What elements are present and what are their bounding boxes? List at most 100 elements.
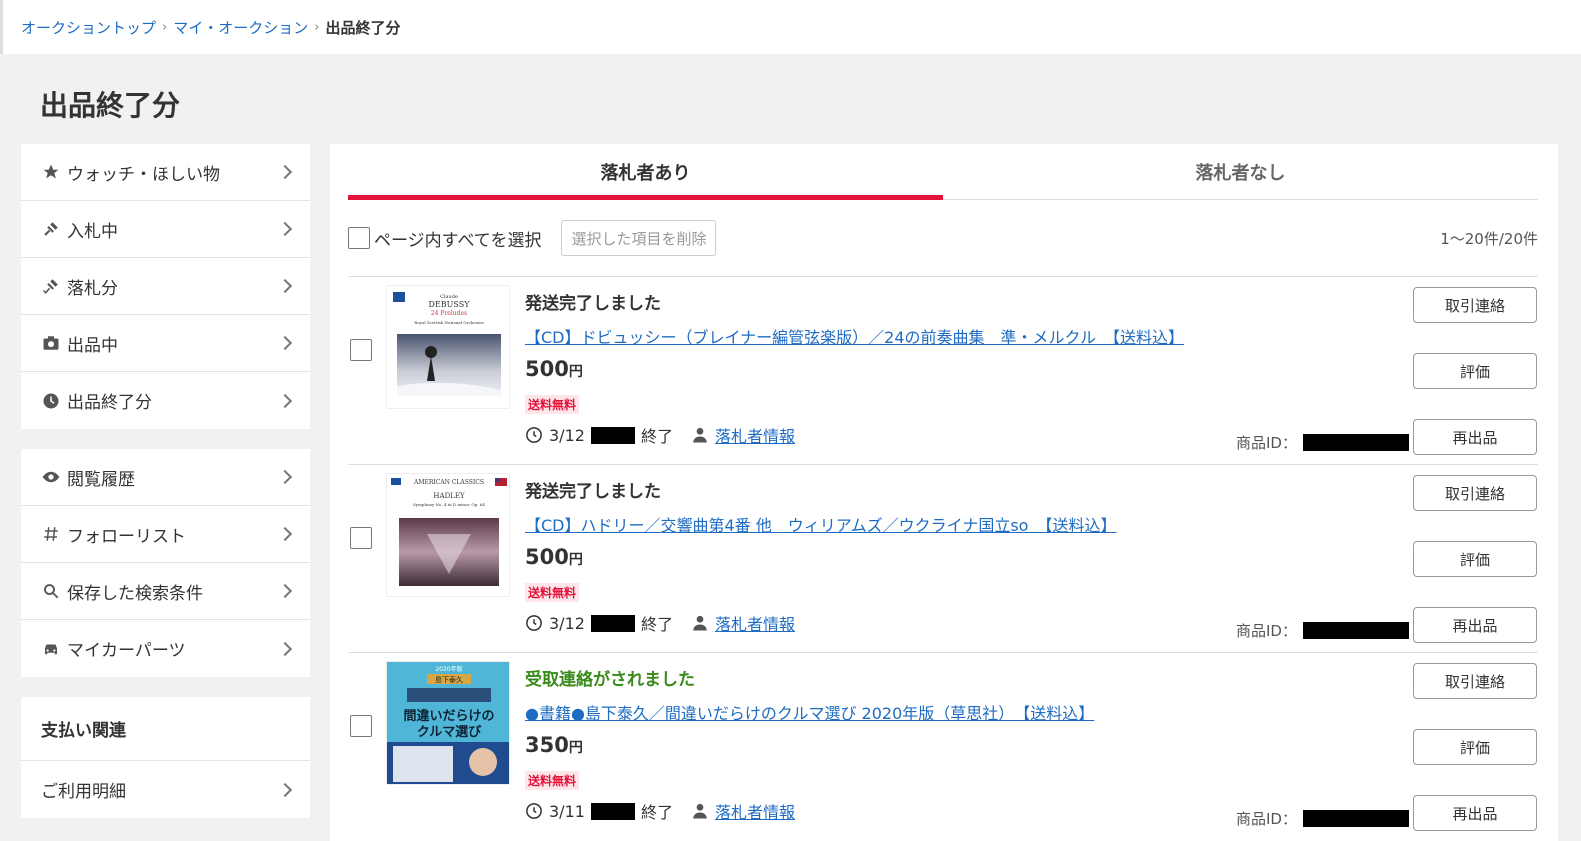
winner-info-link[interactable]: 落札者情報 [715, 423, 795, 447]
thumb-text: 24 Preludes [431, 310, 467, 317]
delete-selected-button[interactable]: 選択した項目を削除 [561, 220, 717, 256]
sidebar-payment-heading: 支払い関連 [21, 697, 310, 761]
winner-info-link[interactable]: 落札者情報 [715, 611, 795, 635]
sidebar-item-label: 落札分 [67, 278, 118, 299]
item-title-link[interactable]: ●書籍●島下泰久／間違いだらけのクルマ選び 2020年版（草思社） 【送料込】 [525, 700, 1094, 724]
eye-icon [41, 467, 61, 487]
relist-button[interactable]: 再出品 [1413, 795, 1537, 831]
item-title-link[interactable]: 【CD】ドビュッシー（ブレイナー編管弦楽版）／24の前奏曲集 準・メルクル 【送… [525, 324, 1184, 348]
sidebar-item-car-parts[interactable]: マイカーパーツ [21, 620, 310, 677]
rate-button[interactable]: 評価 [1413, 729, 1537, 765]
thumb-text: 2020年版 [435, 665, 462, 673]
redacted-product-id [1302, 622, 1409, 639]
breadcrumb-separator: › [162, 19, 168, 35]
redacted-product-id [1302, 434, 1409, 451]
item-thumbnail[interactable]: Claude DEBUSSY 24 Preludes Royal Scottis… [386, 285, 510, 409]
sidebar-item-watch[interactable]: ウォッチ・ほしい物 [21, 144, 310, 201]
chevron-right-icon [277, 526, 293, 542]
sidebar-item-label: 出品中 [67, 335, 118, 356]
clock-icon [525, 614, 543, 632]
redacted-time [590, 802, 635, 820]
hash-icon [41, 524, 61, 544]
sidebar-item-label: フォローリスト [67, 526, 186, 547]
price-unit: 円 [568, 364, 583, 380]
sidebar-group-payment: 支払い関連 ご利用明細 [21, 697, 310, 818]
sidebar-item-bidding[interactable]: 入札中 [21, 201, 310, 258]
select-all-checkbox[interactable] [348, 227, 370, 249]
sidebar-item-statement[interactable]: ご利用明細 [21, 761, 310, 818]
sidebar-item-label: マイカーパーツ [67, 641, 186, 661]
product-id: 商品ID： [1236, 620, 1409, 641]
item-status: 発送完了しました [525, 482, 661, 502]
breadcrumb-my-auction[interactable]: マイ・オークション [173, 17, 308, 38]
price-value: 500 [525, 545, 569, 569]
list-item: Claude DEBUSSY 24 Preludes Royal Scottis… [348, 276, 1538, 464]
item-checkbox[interactable] [350, 339, 372, 361]
sidebar-item-won[interactable]: 落札分 [21, 258, 310, 315]
item-price: 500円 [525, 545, 583, 569]
thumb-text: AMERICAN CLASSICS [413, 479, 484, 486]
thumb-text: 島下泰久 [435, 675, 463, 684]
sidebar-item-ended[interactable]: 出品終了分 [21, 372, 310, 429]
item-meta: 3/11 終了 落札者情報 [525, 799, 795, 823]
camera-icon [41, 333, 61, 353]
winner-info-link[interactable]: 落札者情報 [715, 799, 795, 823]
clock-icon [525, 802, 543, 820]
price-unit: 円 [568, 552, 583, 568]
free-shipping-badge: 送料無料 [525, 583, 580, 602]
chevron-right-icon [277, 782, 293, 797]
breadcrumb-auction-top[interactable]: オークショントップ [21, 17, 156, 38]
result-count: 1〜20件/20件 [1440, 229, 1538, 248]
person-icon [691, 426, 709, 444]
thumb-text: Royal Scottish National Orchestra [414, 320, 484, 325]
breadcrumb: オークショントップ › マイ・オークション › 出品終了分 [0, 0, 1581, 54]
item-thumbnail[interactable]: 2020年版 島下泰久 間違いだらけの クルマ選び [386, 661, 510, 785]
item-meta: 3/12 終了 落札者情報 [525, 611, 795, 635]
thumb-text: 間違いだらけの [403, 708, 494, 724]
contact-button[interactable]: 取引連絡 [1413, 475, 1537, 511]
item-actions: 取引連絡 評価 再出品 [1413, 475, 1537, 673]
tab-bar: 落札者あり 落札者なし [348, 144, 1538, 200]
contact-button[interactable]: 取引連絡 [1413, 287, 1537, 323]
chevron-right-icon [277, 335, 293, 351]
item-actions: 取引連絡 評価 再出品 [1413, 287, 1537, 485]
sidebar-group-secondary: 閲覧履歴 フォローリスト 保存した検索条件 マイカーパーツ [21, 449, 310, 677]
thumb-text: HADLEY [433, 492, 465, 500]
relist-button[interactable]: 再出品 [1413, 607, 1537, 643]
product-id: 商品ID： [1236, 808, 1409, 829]
tab-no-winner[interactable]: 落札者なし [943, 144, 1538, 199]
sidebar-item-follow[interactable]: フォローリスト [21, 506, 310, 563]
item-thumbnail[interactable]: AMERICAN CLASSICS HADLEY Symphony No. 4 … [386, 473, 510, 597]
breadcrumb-separator: › [314, 19, 320, 35]
free-shipping-badge: 送料無料 [525, 395, 580, 414]
relist-button[interactable]: 再出品 [1413, 419, 1537, 455]
car-icon [41, 639, 61, 659]
person-icon [691, 802, 709, 820]
sidebar-item-label: 出品終了分 [67, 393, 152, 413]
item-list: Claude DEBUSSY 24 Preludes Royal Scottis… [348, 276, 1538, 840]
product-id: 商品ID： [1236, 432, 1409, 453]
thumb-text: クルマ選び [417, 724, 483, 740]
rate-button[interactable]: 評価 [1413, 353, 1537, 389]
gavel-icon [41, 219, 61, 239]
item-title-link[interactable]: 【CD】ハドリー／交響曲第4番 他 ウィリアムズ／ウクライナ国立so 【送料込】 [525, 512, 1116, 536]
sidebar-item-history[interactable]: 閲覧履歴 [21, 449, 310, 506]
price-value: 350 [525, 733, 569, 757]
redacted-product-id [1302, 810, 1409, 827]
page-title: 出品終了分 [40, 89, 181, 122]
tab-with-winner[interactable]: 落札者あり [348, 144, 943, 200]
rate-button[interactable]: 評価 [1413, 541, 1537, 577]
end-label: 終了 [640, 427, 673, 446]
list-item: AMERICAN CLASSICS HADLEY Symphony No. 4 … [348, 464, 1538, 652]
redacted-time [590, 614, 635, 632]
select-all-label[interactable]: ページ内すべてを選択 [374, 226, 541, 251]
star-icon [41, 162, 61, 182]
contact-button[interactable]: 取引連絡 [1413, 663, 1537, 699]
sidebar-item-saved-search[interactable]: 保存した検索条件 [21, 563, 310, 620]
item-checkbox[interactable] [350, 527, 372, 549]
list-item: 2020年版 島下泰久 間違いだらけの クルマ選び 受取連絡がされました ●書籍… [348, 652, 1538, 840]
item-checkbox[interactable] [350, 715, 372, 737]
chevron-right-icon [277, 393, 293, 408]
sidebar-item-listing[interactable]: 出品中 [21, 315, 310, 372]
end-date: 3/11 [549, 801, 585, 821]
